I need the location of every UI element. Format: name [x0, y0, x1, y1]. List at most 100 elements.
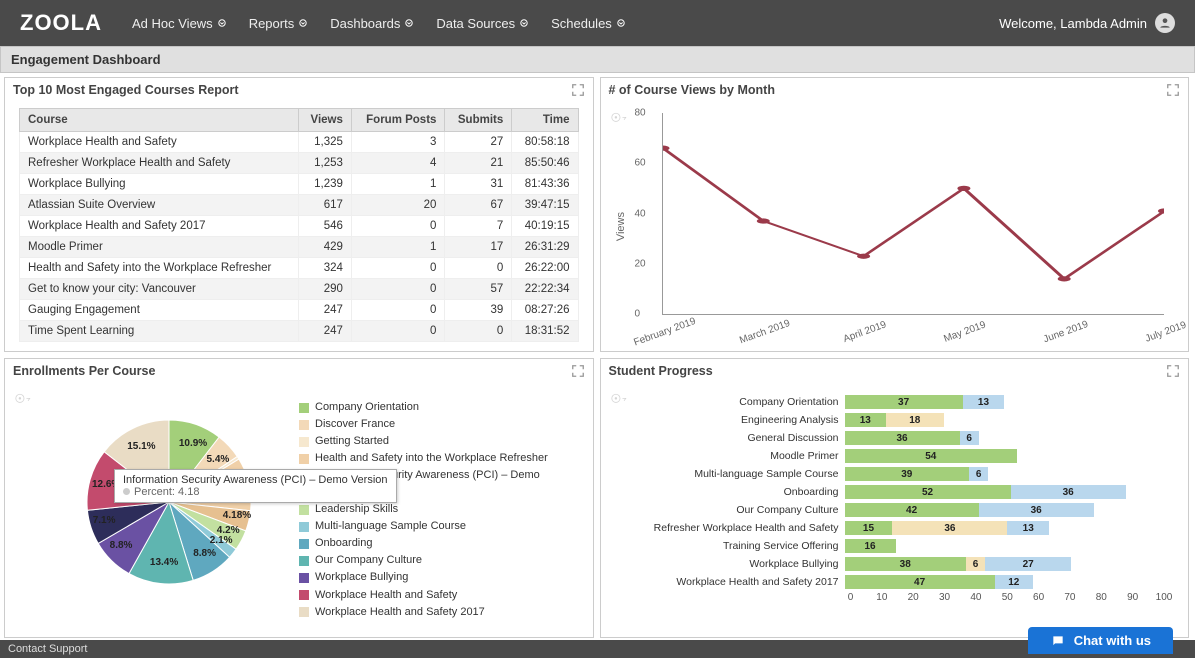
x-tick: 60	[1033, 592, 1044, 603]
bar-segment: 13	[1007, 521, 1049, 535]
x-tick: March 2019	[738, 318, 791, 346]
y-tick: 60	[635, 158, 646, 169]
legend-item[interactable]: Discover France	[299, 416, 579, 433]
bar-category-label: Workplace Health and Safety 2017	[645, 576, 845, 588]
legend-swatch	[299, 454, 309, 464]
panel-title: Student Progress	[609, 364, 713, 378]
legend-item[interactable]: Workplace Bullying	[299, 569, 579, 586]
panel-options-icon[interactable]	[611, 112, 629, 129]
x-tick: 10	[876, 592, 887, 603]
legend-label: Workplace Health and Safety 2017	[315, 604, 485, 621]
tooltip-value: Percent: 4.18	[134, 486, 199, 498]
nav-schedules[interactable]: Schedules	[551, 16, 626, 31]
legend-label: Company Orientation	[315, 399, 419, 416]
bar-row[interactable]: General Discussion366	[645, 430, 1165, 446]
col-submits[interactable]: Submits	[445, 109, 512, 132]
table-row[interactable]: Time Spent Learning2470018:31:52	[20, 321, 579, 342]
expand-icon[interactable]	[1166, 364, 1180, 378]
legend-label: Onboarding	[315, 535, 373, 552]
chat-label: Chat with us	[1074, 633, 1151, 648]
views-line-chart[interactable]: 020406080February 2019March 2019April 20…	[662, 113, 1165, 315]
bar-segment: 36	[1011, 485, 1126, 499]
table-row[interactable]: Moodle Primer42911726:31:29	[20, 237, 579, 258]
expand-icon[interactable]	[571, 83, 585, 97]
x-tick: 90	[1127, 592, 1138, 603]
bar-row[interactable]: Workplace Health and Safety 20174712	[645, 574, 1165, 590]
x-tick: 70	[1064, 592, 1075, 603]
bar-row[interactable]: Training Service Offering16	[645, 538, 1165, 554]
bar-segment: 37	[845, 395, 963, 409]
welcome-user[interactable]: Welcome, Lambda Admin	[999, 13, 1175, 33]
bar-segment: 6	[960, 431, 979, 445]
brand-logo[interactable]: ZOOLA	[20, 10, 102, 36]
bar-row[interactable]: Engineering Analysis1318	[645, 412, 1165, 428]
legend-item[interactable]: Leadership Skills	[299, 501, 579, 518]
legend-swatch	[299, 539, 309, 549]
col-course[interactable]: Course	[20, 109, 299, 132]
contact-support-link[interactable]: Contact Support	[8, 643, 88, 655]
legend-item[interactable]: Health and Safety into the Workplace Ref…	[299, 450, 579, 467]
bar-row[interactable]: Company Orientation3713	[645, 394, 1165, 410]
table-row[interactable]: Gauging Engagement24703908:27:26	[20, 300, 579, 321]
table-row[interactable]: Atlassian Suite Overview617206739:47:15	[20, 195, 579, 216]
nav-reports[interactable]: Reports	[249, 16, 309, 31]
bar-row[interactable]: Onboarding5236	[645, 484, 1165, 500]
dashboard-grid: Top 10 Most Engaged Courses Report Cours…	[0, 73, 1195, 638]
legend-item[interactable]: Onboarding	[299, 535, 579, 552]
legend-item[interactable]: Workplace Health and Safety	[299, 587, 579, 604]
legend-item[interactable]: Our Company Culture	[299, 552, 579, 569]
legend-swatch	[299, 556, 309, 566]
account-icon[interactable]	[1155, 13, 1175, 33]
table-row[interactable]: Get to know your city: Vancouver29005722…	[20, 279, 579, 300]
table-row[interactable]: Refresher Workplace Health and Safety1,2…	[20, 153, 579, 174]
bar-row[interactable]: Moodle Primer54	[645, 448, 1165, 464]
col-time[interactable]: Time	[512, 109, 578, 132]
bar-row[interactable]: Refresher Workplace Health and Safety153…	[645, 520, 1165, 536]
x-tick: 40	[970, 592, 981, 603]
bar-segment: 12	[995, 575, 1033, 589]
table-row[interactable]: Workplace Health and Safety 20175460740:…	[20, 216, 579, 237]
y-tick: 0	[635, 309, 641, 320]
legend-item[interactable]: Workplace Health and Safety 2017	[299, 604, 579, 621]
bar-category-label: General Discussion	[645, 432, 845, 444]
col-views[interactable]: Views	[298, 109, 351, 132]
x-tick: February 2019	[632, 316, 697, 349]
bar-segment: 36	[892, 521, 1007, 535]
legend-item[interactable]: Company Orientation	[299, 399, 579, 416]
x-tick: June 2019	[1042, 319, 1090, 345]
legend-item[interactable]: Getting Started	[299, 433, 579, 450]
bar-segment: 36	[845, 431, 960, 445]
bar-segment: 42	[845, 503, 979, 517]
bar-row[interactable]: Our Company Culture4236	[645, 502, 1165, 518]
bar-segment: 18	[886, 413, 944, 427]
footer-bar: Contact Support	[0, 640, 1195, 658]
legend-swatch	[299, 420, 309, 430]
table-row[interactable]: Health and Safety into the Workplace Ref…	[20, 258, 579, 279]
legend-label: Discover France	[315, 416, 395, 433]
bar-category-label: Refresher Workplace Health and Safety	[645, 522, 845, 534]
table-row[interactable]: Workplace Bullying1,23913181:43:36	[20, 174, 579, 195]
chat-icon	[1050, 634, 1066, 648]
legend-item[interactable]: Multi-language Sample Course	[299, 518, 579, 535]
progress-stacked-bar[interactable]: Company Orientation3713 Engineering Analy…	[615, 389, 1175, 631]
nav-dashboards[interactable]: Dashboards	[330, 16, 414, 31]
bar-segment: 38	[845, 557, 966, 571]
panel-title: Top 10 Most Engaged Courses Report	[13, 83, 239, 97]
nav-adhoc[interactable]: Ad Hoc Views	[132, 16, 227, 31]
col-forum-posts[interactable]: Forum Posts	[351, 109, 445, 132]
nav-datasources[interactable]: Data Sources	[436, 16, 529, 31]
bar-row[interactable]: Multi-language Sample Course396	[645, 466, 1165, 482]
expand-icon[interactable]	[571, 364, 585, 378]
y-tick: 80	[635, 108, 646, 119]
expand-icon[interactable]	[1166, 83, 1180, 97]
pie-tooltip: Information Security Awareness (PCI) – D…	[114, 469, 397, 503]
table-row[interactable]: Workplace Health and Safety1,32532780:58…	[20, 132, 579, 153]
bar-row[interactable]: Workplace Bullying38627	[645, 556, 1165, 572]
y-tick: 20	[635, 258, 646, 269]
panel-options-icon[interactable]	[611, 393, 629, 410]
x-tick: 100	[1156, 592, 1173, 603]
bar-segment: 6	[969, 467, 988, 481]
chat-button[interactable]: Chat with us	[1028, 627, 1173, 654]
bar-category-label: Training Service Offering	[645, 540, 845, 552]
bar-segment: 6	[966, 557, 985, 571]
